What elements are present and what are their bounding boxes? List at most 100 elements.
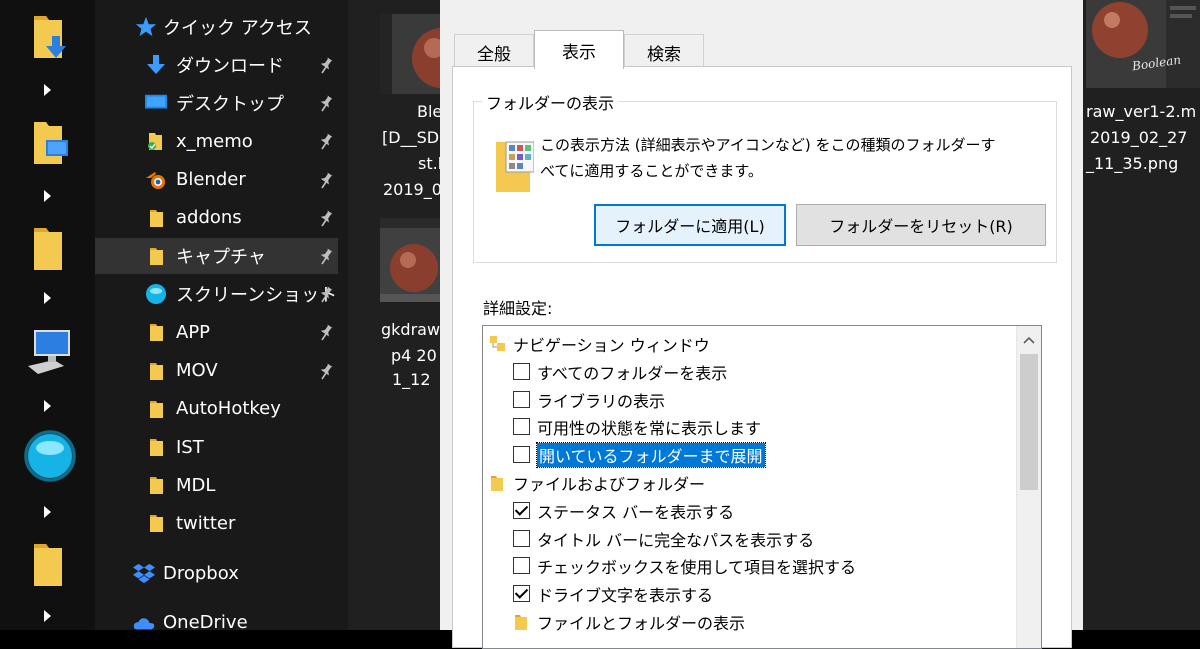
tree-group: ナビゲーション ウィンドウ — [483, 330, 1013, 358]
tree-checkbox-row[interactable]: ステータス バーを表示する — [483, 497, 1013, 525]
quick-access[interactable]: クイック アクセス — [95, 9, 338, 45]
star-icon — [135, 16, 157, 38]
checkbox-label[interactable]: 可用性の状態を常に表示します — [537, 415, 761, 439]
tree-checkbox-row[interactable]: タイトル バーに完全なパスを表示する — [483, 525, 1013, 553]
tree-checkbox-row[interactable]: チェックボックスを使用して項目を選択する — [483, 552, 1013, 580]
pin-icon[interactable] — [317, 171, 335, 189]
checkbox[interactable] — [513, 585, 530, 603]
file-name-line: raw_ver1-2.m — [1086, 102, 1197, 121]
quick-access-item[interactable]: MDL — [95, 467, 338, 503]
onedrive-icon — [133, 612, 155, 634]
quick-access-item-label: MDL — [176, 474, 216, 496]
quick-access-item[interactable]: x_memo — [95, 123, 338, 159]
download-icon — [145, 54, 167, 76]
quick-access-item[interactable]: APP — [95, 314, 338, 350]
folder-views-description: この表示方法 (詳細表示やアイコンなど) をこの種類のフォルダーす べてに適用す… — [540, 132, 996, 184]
screenshot-orb-icon[interactable] — [22, 428, 78, 484]
checkbox-label[interactable]: ライブラリの表示 — [537, 388, 665, 412]
quick-access-item-label: x_memo — [176, 130, 253, 152]
pin-icon[interactable] — [317, 247, 335, 265]
tab-view[interactable]: 表示 — [534, 30, 624, 69]
expand-arrow-icon[interactable] — [44, 190, 51, 202]
onedrive[interactable]: OneDrive — [95, 604, 338, 640]
quick-access-item-label: Blender — [176, 169, 246, 191]
checkbox[interactable] — [513, 362, 530, 380]
apply-to-folders-button[interactable]: フォルダーに適用(L) — [594, 204, 786, 246]
quick-access-item-label: addons — [176, 207, 242, 229]
expand-arrow-icon[interactable] — [44, 506, 51, 518]
folder-icon — [145, 474, 167, 496]
tree-checkbox-row[interactable]: ドライブ文字を表示する — [483, 580, 1013, 608]
dropbox-icon — [133, 562, 155, 584]
pin-icon[interactable] — [317, 285, 335, 303]
quick-access-item[interactable]: addons — [95, 200, 338, 236]
folder-icon — [145, 321, 167, 343]
quick-access-item[interactable]: ダウンロード — [95, 47, 338, 83]
quick-access-item[interactable]: AutoHotkey — [95, 391, 338, 427]
expand-arrow-icon[interactable] — [44, 610, 51, 622]
quick-access-label: クイック アクセス — [163, 18, 312, 39]
checkbox[interactable] — [513, 390, 530, 408]
expand-arrow-icon[interactable] — [44, 84, 51, 96]
tree-scrollbar[interactable] — [1016, 326, 1041, 648]
tab-search[interactable]: 検索 — [624, 34, 704, 69]
onedrive-label: OneDrive — [163, 611, 248, 633]
this-pc-icon[interactable] — [24, 326, 74, 376]
folder-icon — [145, 360, 167, 382]
quick-access-item[interactable]: キャプチャ — [95, 238, 338, 274]
checkbox[interactable] — [513, 557, 530, 575]
quick-access-item[interactable]: デスクトップ — [95, 85, 338, 121]
expand-arrow-icon[interactable] — [44, 292, 51, 304]
checkbox[interactable] — [513, 501, 530, 519]
tree-group-label: ナビゲーション ウィンドウ — [513, 336, 710, 355]
quick-access-item[interactable]: MOV — [95, 353, 338, 389]
quick-access-item-label: APP — [176, 321, 211, 343]
pin-icon[interactable] — [317, 132, 335, 150]
pin-icon[interactable] — [317, 323, 335, 341]
pin-icon[interactable] — [317, 362, 335, 380]
quick-access-item[interactable]: Blender — [95, 162, 338, 198]
tree-checkbox-row[interactable]: ライブラリの表示 — [483, 386, 1013, 414]
pin-icon[interactable] — [317, 94, 335, 112]
file-name-line: p4 20 — [391, 346, 437, 365]
checkbox-label[interactable]: すべてのフォルダーを表示 — [537, 360, 727, 384]
quick-access-item[interactable]: スクリーンショット — [95, 276, 338, 312]
scrollbar-thumb[interactable] — [1020, 354, 1038, 490]
quick-access-item[interactable]: IST — [95, 429, 338, 465]
checkbox-label[interactable]: チェックボックスを使用して項目を選択する — [537, 554, 856, 578]
checkbox-label[interactable]: 開いているフォルダーまで展開 — [536, 442, 766, 469]
scroll-up-icon[interactable] — [1023, 336, 1035, 344]
quick-access-item[interactable]: twitter — [95, 505, 338, 541]
pin-icon[interactable] — [317, 209, 335, 227]
reset-folders-button[interactable]: フォルダーをリセット(R) — [796, 204, 1046, 246]
pin-icon[interactable] — [317, 56, 335, 74]
checkbox[interactable] — [513, 418, 530, 436]
dropbox[interactable]: Dropbox — [95, 555, 338, 591]
tree-checkbox-row[interactable]: 開いているフォルダーまで展開 — [483, 441, 1013, 469]
checkbox-label[interactable]: ステータス バーを表示する — [537, 499, 734, 523]
file-thumbnail[interactable] — [380, 218, 440, 302]
folder-synced-icon — [145, 130, 167, 152]
description-line: べてに適用することができます。 — [540, 162, 763, 180]
download-folder-icon[interactable] — [28, 12, 68, 62]
checkbox[interactable] — [513, 529, 530, 547]
folder-icon[interactable] — [28, 540, 68, 590]
expand-arrow-icon[interactable] — [44, 400, 51, 412]
tree-checkbox-row[interactable]: 可用性の状態を常に表示します — [483, 413, 1013, 441]
folder-icon — [145, 207, 167, 229]
file-thumbnail[interactable]: Boolean — [1086, 0, 1200, 88]
large-icon-strip — [0, 0, 95, 630]
navigation-pane-icon — [489, 335, 507, 357]
checkbox[interactable] — [513, 446, 530, 464]
folder-icon — [145, 512, 167, 534]
file-name-line: _11_35.png — [1086, 154, 1179, 173]
desktop-folder-icon[interactable] — [28, 118, 68, 168]
checkbox-label[interactable]: ドライブ文字を表示する — [537, 582, 713, 606]
tab-general[interactable]: 全般 — [454, 34, 534, 69]
tree-checkbox-row[interactable]: すべてのフォルダーを表示 — [483, 358, 1013, 386]
file-name-line: gkdraw — [381, 320, 441, 339]
quick-access-item-label: キャプチャ — [176, 247, 266, 268]
checkbox-label[interactable]: タイトル バーに完全なパスを表示する — [537, 527, 814, 551]
folder-icon[interactable] — [28, 224, 68, 274]
folder-icon — [145, 436, 167, 458]
